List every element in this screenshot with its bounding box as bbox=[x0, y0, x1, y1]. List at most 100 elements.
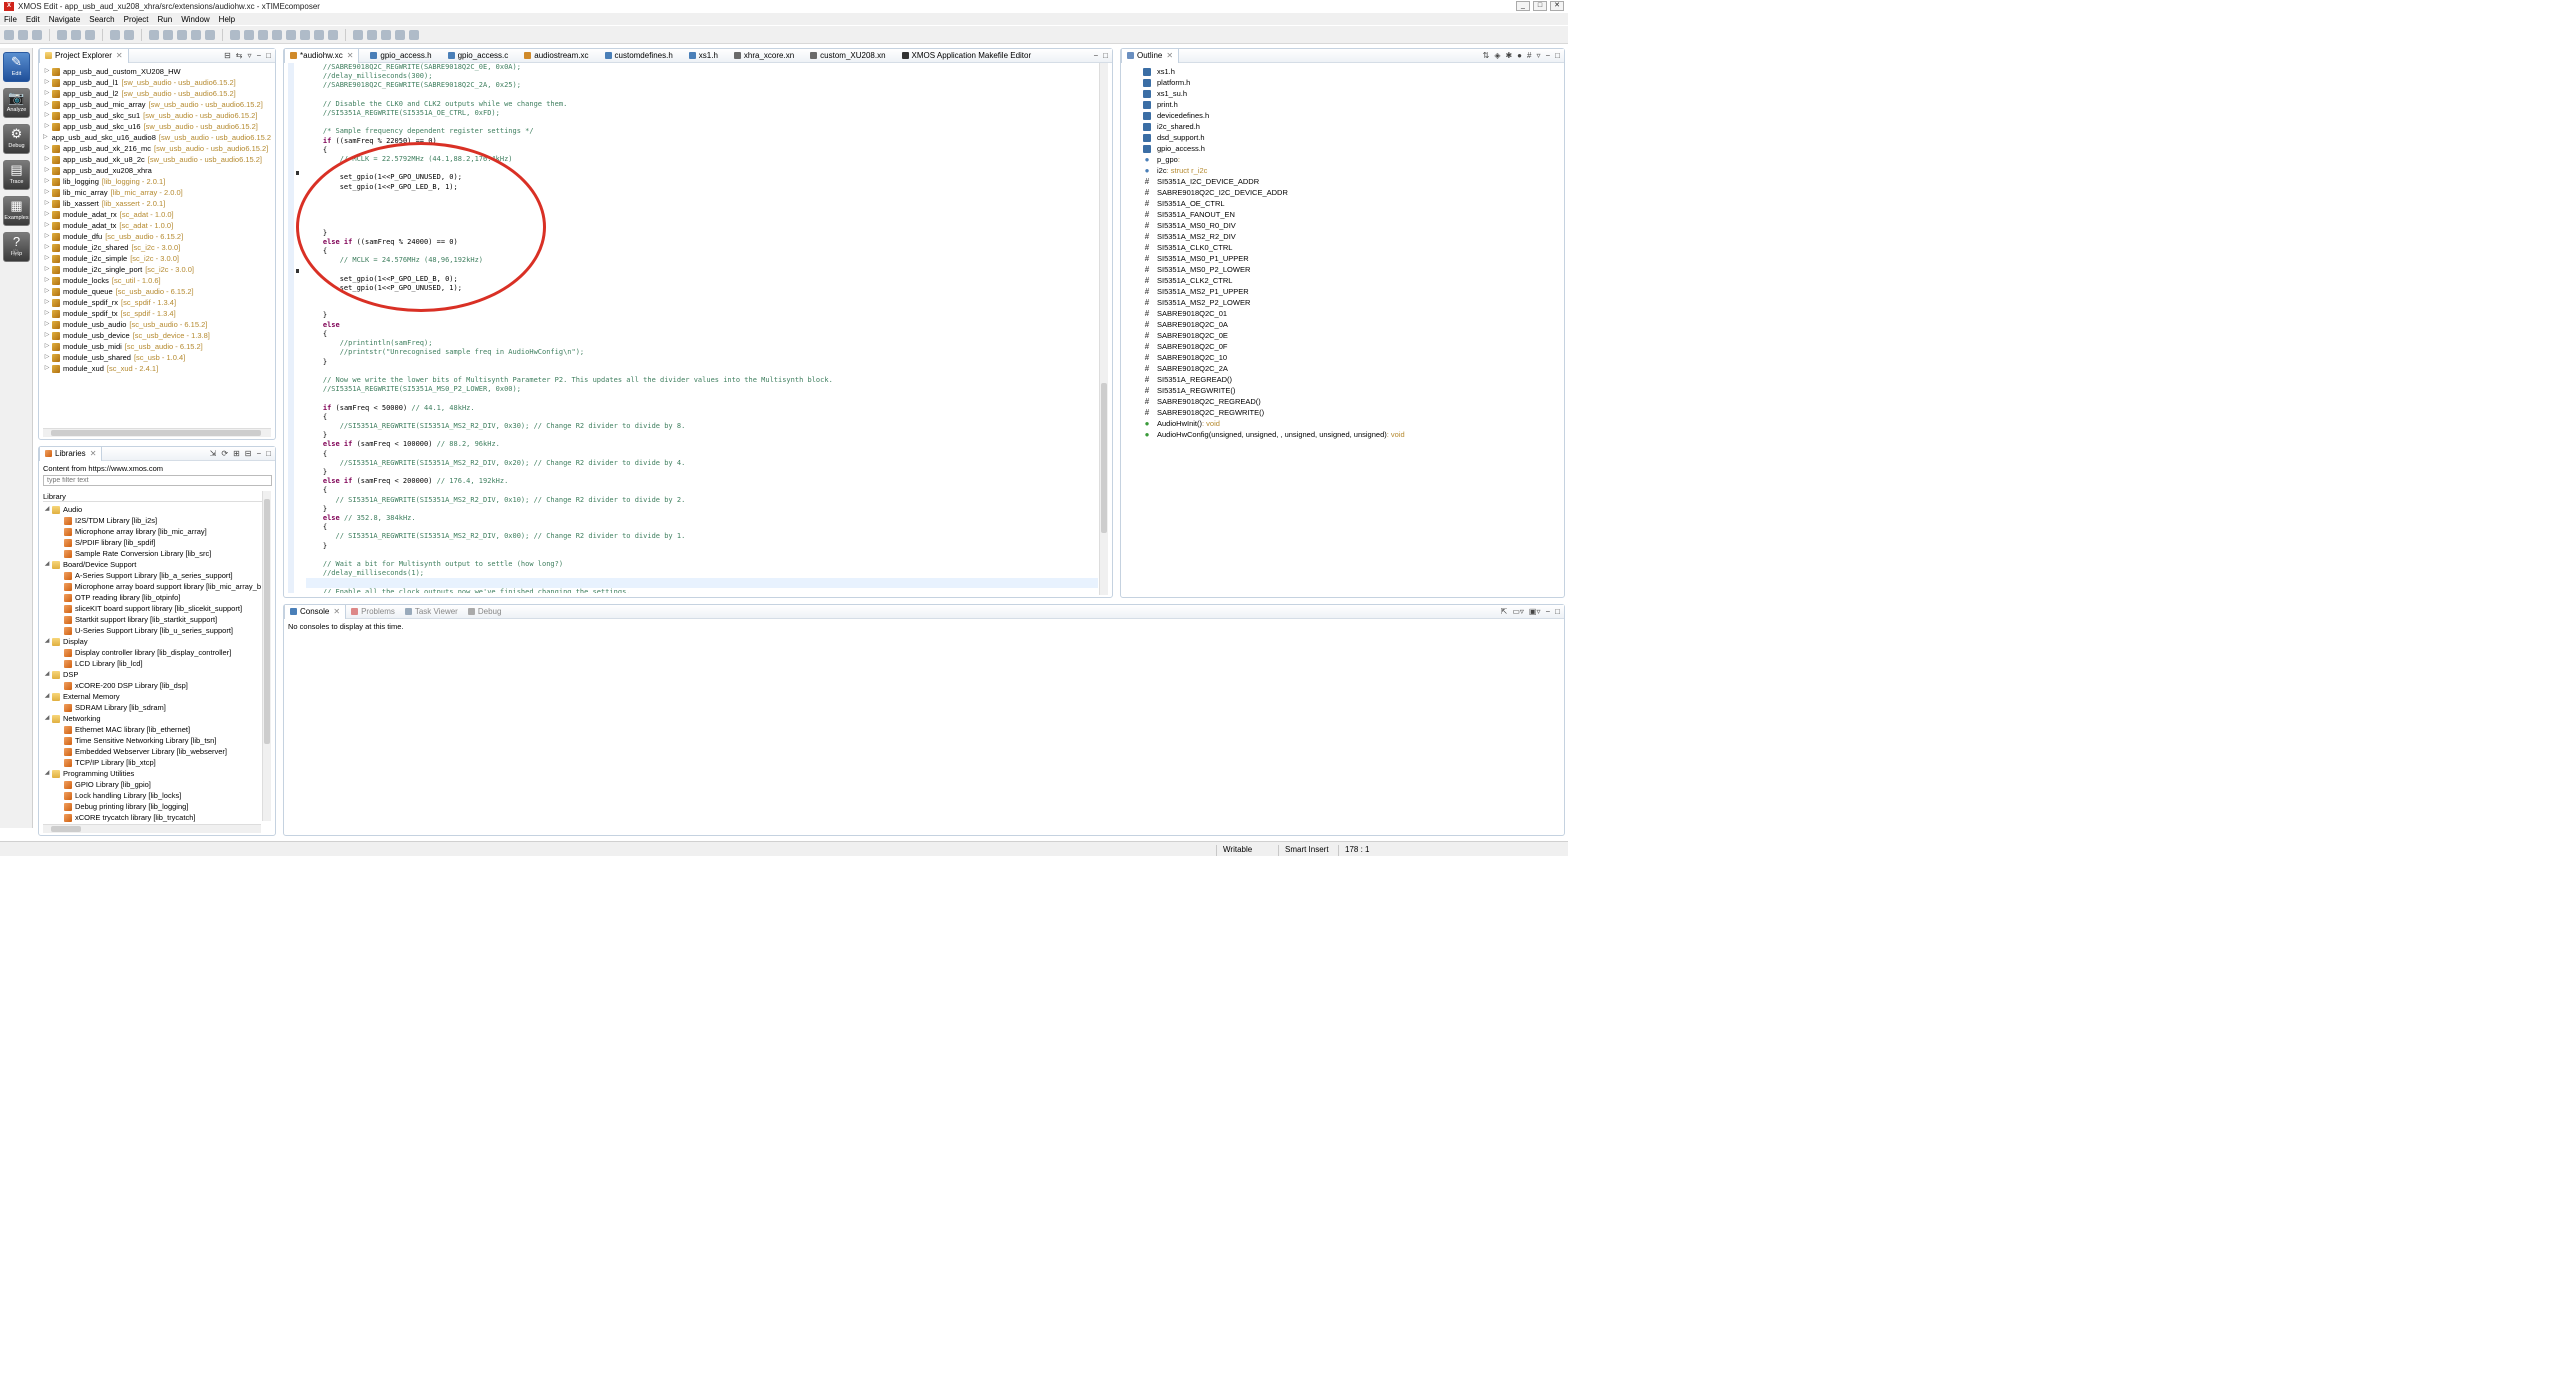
project-item[interactable]: ▷ module_usb_midi [sc_usb_audio - 6.15.2] bbox=[43, 341, 271, 352]
outline-item[interactable]: # SI5351A_FANOUT_EN bbox=[1143, 209, 1560, 220]
last-edit-icon[interactable] bbox=[381, 29, 391, 40]
expand-arrow-icon[interactable]: ▷ bbox=[43, 121, 51, 132]
project-item[interactable]: ▷ module_usb_device [sc_usb_device - 1.3.8… bbox=[43, 330, 271, 341]
perspective-edit-button[interactable]: ✎ Edit bbox=[3, 52, 30, 82]
outline-item[interactable]: ● AudioHwInit(): void bbox=[1143, 418, 1560, 429]
outline-item[interactable]: dsd_support.h bbox=[1143, 132, 1560, 143]
outline-item[interactable]: devicedefines.h bbox=[1143, 110, 1560, 121]
outline-item[interactable]: # SI5351A_MS0_P1_UPPER bbox=[1143, 253, 1560, 264]
library-item[interactable]: SDRAM Library [lib_sdram] bbox=[43, 702, 261, 713]
collapse-arrow-icon[interactable]: ◢ bbox=[43, 691, 51, 702]
outline-item[interactable]: # SI5351A_MS0_P2_LOWER bbox=[1143, 264, 1560, 275]
close-icon[interactable]: ✕ bbox=[333, 607, 340, 616]
open-console-icon[interactable]: ⇱ bbox=[1501, 607, 1508, 616]
expand-arrow-icon[interactable]: ▷ bbox=[43, 110, 51, 121]
expand-arrow-icon[interactable]: ▷ bbox=[43, 297, 51, 308]
library-vscroll[interactable] bbox=[262, 491, 271, 821]
expand-arrow-icon[interactable]: ▷ bbox=[43, 132, 48, 143]
project-item[interactable]: ▷ app_usb_aud_xk_u8_2c [sw_usb_audio - usb… bbox=[43, 154, 271, 165]
collapse-arrow-icon[interactable]: ◢ bbox=[43, 559, 51, 570]
close-window-button[interactable]: ✕ bbox=[1550, 1, 1564, 11]
outline-item[interactable]: # SABRE9018Q2C_10 bbox=[1143, 352, 1560, 363]
view-menu-icon[interactable]: ▿ bbox=[1536, 51, 1540, 60]
collapse-arrow-icon[interactable]: ◢ bbox=[43, 713, 51, 724]
outline-item[interactable]: # SI5351A_CLK0_CTRL bbox=[1143, 242, 1560, 253]
library-category[interactable]: ◢ DSP bbox=[43, 669, 261, 680]
project-item[interactable]: ▷ app_usb_aud_l2 [sw_usb_audio - usb_audio… bbox=[43, 88, 271, 99]
minimize-view-icon[interactable]: − bbox=[1093, 51, 1098, 60]
project-item[interactable]: ▷ module_adat_rx [sc_adat - 1.0.0] bbox=[43, 209, 271, 220]
project-item[interactable]: ▷ lib_mic_array [lib_mic_array - 2.0.0] bbox=[43, 187, 271, 198]
outline-item[interactable]: # SI5351A_REGREAD() bbox=[1143, 374, 1560, 385]
project-item[interactable]: ▷ app_usb_aud_custom_XU208_HW bbox=[43, 66, 271, 77]
expand-arrow-icon[interactable]: ▷ bbox=[43, 198, 51, 209]
project-item[interactable]: ▷ module_adat_tx [sc_adat - 1.0.0] bbox=[43, 220, 271, 231]
outline-item[interactable]: # SI5351A_MS2_P2_LOWER bbox=[1143, 297, 1560, 308]
tab-console[interactable]: Console ✕ bbox=[284, 604, 347, 619]
library-category[interactable]: ◢ Networking bbox=[43, 713, 261, 724]
library-item[interactable]: TCP/IP Library [lib_xtcp] bbox=[43, 757, 261, 768]
library-category[interactable]: ◢ Board/Device Support bbox=[43, 559, 261, 570]
outline-item[interactable]: # SABRE9018Q2C_0F bbox=[1143, 341, 1560, 352]
editor-tab[interactable]: xs1.h bbox=[684, 49, 723, 63]
resume-icon[interactable] bbox=[149, 29, 159, 40]
collapse-all-icon[interactable]: ⊟ bbox=[224, 51, 231, 60]
outline-item[interactable]: i2c_shared.h bbox=[1143, 121, 1560, 132]
tab-problems[interactable]: Problems bbox=[346, 605, 400, 619]
library-item[interactable]: A-Series Support Library [lib_a_series_s… bbox=[43, 570, 261, 581]
save-icon[interactable] bbox=[18, 29, 28, 40]
library-item[interactable]: Microphone array board support library [… bbox=[43, 581, 261, 592]
hide-fields-icon[interactable]: ◈ bbox=[1494, 51, 1500, 60]
expand-arrow-icon[interactable]: ▷ bbox=[43, 231, 51, 242]
outline-item[interactable]: # SI5351A_MS2_R2_DIV bbox=[1143, 231, 1560, 242]
debug-icon[interactable] bbox=[300, 29, 310, 40]
forward-icon[interactable] bbox=[124, 29, 134, 40]
editor-tab[interactable]: xhra_xcore.xn bbox=[729, 49, 799, 63]
expand-all-icon[interactable]: ⊞ bbox=[233, 449, 240, 458]
expand-arrow-icon[interactable]: ▷ bbox=[43, 66, 51, 77]
library-item[interactable]: Startkit support library [lib_startkit_s… bbox=[43, 614, 261, 625]
perspective-debug-button[interactable]: ⚙ Debug bbox=[3, 124, 30, 154]
outline-item[interactable]: # SI5351A_MS0_R0_DIV bbox=[1143, 220, 1560, 231]
minimize-button[interactable]: _ bbox=[1516, 1, 1530, 11]
expand-arrow-icon[interactable]: ▷ bbox=[43, 220, 51, 231]
editor-tab[interactable]: gpio_access.h bbox=[365, 49, 436, 63]
editor-tab[interactable]: *audiohw.xc ✕ bbox=[284, 48, 360, 63]
menu-search[interactable]: Search bbox=[89, 15, 114, 24]
outline-item[interactable]: ● AudioHwConfig(unsigned, unsigned, , uns… bbox=[1143, 429, 1560, 440]
minimize-view-icon[interactable]: − bbox=[1545, 51, 1550, 60]
new-xc-file-icon[interactable] bbox=[258, 29, 268, 40]
expand-arrow-icon[interactable]: ▷ bbox=[43, 99, 51, 110]
project-item[interactable]: ▷ lib_logging [lib_logging - 2.0.1] bbox=[43, 176, 271, 187]
collapse-arrow-icon[interactable]: ◢ bbox=[43, 768, 51, 779]
outline-item[interactable]: # SABRE9018Q2C_2A bbox=[1143, 363, 1560, 374]
outline-item[interactable]: xs1.h bbox=[1143, 66, 1560, 77]
outline-item[interactable]: ● i2c: struct r_i2c bbox=[1143, 165, 1560, 176]
editor-tab[interactable]: customdefines.h bbox=[600, 49, 678, 63]
build-icon[interactable] bbox=[57, 29, 67, 40]
project-item[interactable]: ▷ lib_xassert [lib_xassert - 2.0.1] bbox=[43, 198, 271, 209]
tab-task-viewer[interactable]: Task Viewer bbox=[400, 605, 463, 619]
editor-tab[interactable]: gpio_access.c bbox=[443, 49, 514, 63]
menu-run[interactable]: Run bbox=[158, 15, 173, 24]
maximize-button[interactable]: □ bbox=[1533, 1, 1547, 11]
library-item[interactable]: Microphone array library [lib_mic_array] bbox=[43, 526, 261, 537]
outline-item[interactable]: ● p_gpo: bbox=[1143, 154, 1560, 165]
external-tools-icon[interactable] bbox=[328, 29, 338, 40]
expand-arrow-icon[interactable]: ▷ bbox=[43, 363, 51, 374]
settings-gear-icon[interactable]: ⚙ bbox=[11, 248, 20, 259]
expand-arrow-icon[interactable]: ▷ bbox=[43, 77, 51, 88]
import-icon[interactable]: ⇲ bbox=[210, 449, 217, 458]
new-icon[interactable] bbox=[4, 29, 14, 40]
minimize-view-icon[interactable]: − bbox=[1545, 607, 1550, 616]
expand-arrow-icon[interactable]: ▷ bbox=[43, 319, 51, 330]
library-item[interactable]: Sample Rate Conversion Library [lib_src] bbox=[43, 548, 261, 559]
menu-project[interactable]: Project bbox=[124, 15, 149, 24]
library-filter-input[interactable] bbox=[43, 475, 272, 486]
tab-outline[interactable]: Outline ✕ bbox=[1121, 48, 1180, 63]
library-item[interactable]: xCORE trycatch library [lib_trycatch] bbox=[43, 812, 261, 823]
run-icon[interactable] bbox=[314, 29, 324, 40]
outline-item[interactable]: # SI5351A_MS2_P1_UPPER bbox=[1143, 286, 1560, 297]
expand-arrow-icon[interactable]: ▷ bbox=[43, 88, 51, 99]
maximize-view-icon[interactable]: □ bbox=[1103, 51, 1108, 60]
